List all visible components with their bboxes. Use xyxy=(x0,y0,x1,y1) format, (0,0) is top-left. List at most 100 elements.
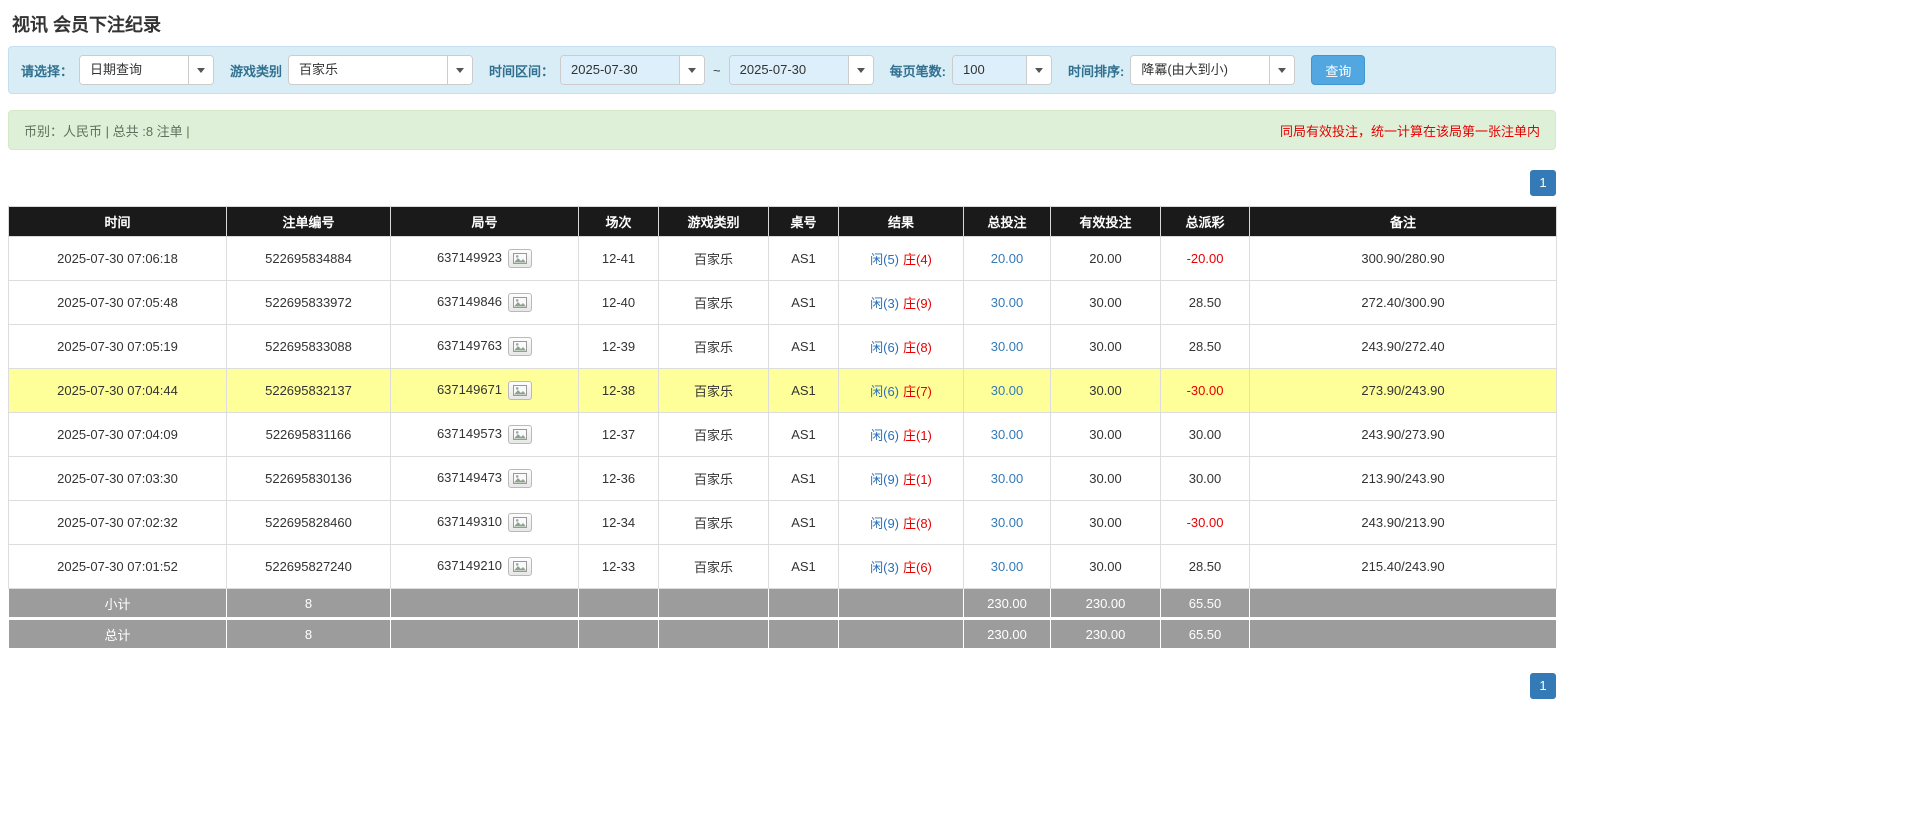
cell-result: 闲(6)庄(1) xyxy=(839,413,964,457)
header-remark: 备注 xyxy=(1250,207,1557,237)
page-size-value: 100 xyxy=(953,56,1026,84)
table-row: 2025-07-30 07:03:30 522695830136 6371494… xyxy=(9,457,1557,501)
result-banker: 庄(9) xyxy=(903,296,932,311)
subtotal-label: 小计 xyxy=(9,589,227,619)
game-type-label: 游戏类别 xyxy=(230,61,282,80)
cell-remark: 273.90/243.90 xyxy=(1250,369,1557,413)
table-row: 2025-07-30 07:01:52 522695827240 6371492… xyxy=(9,545,1557,589)
caret-down-icon[interactable] xyxy=(848,56,873,84)
result-banker: 庄(8) xyxy=(903,340,932,355)
cell-valid-bet: 20.00 xyxy=(1051,237,1161,281)
cell-table-no: AS1 xyxy=(769,501,839,545)
cell-bet-id: 522695827240 xyxy=(227,545,391,589)
subtotal-row: 小计 8 230.00 230.00 65.50 xyxy=(9,589,1557,619)
query-type-select[interactable]: 日期查询 xyxy=(79,55,214,85)
result-banker: 庄(7) xyxy=(903,384,932,399)
total-bet-link[interactable]: 30.00 xyxy=(991,515,1024,530)
round-record-icon[interactable] xyxy=(508,425,532,444)
round-record-icon[interactable] xyxy=(508,337,532,356)
header-valid-bet: 有效投注 xyxy=(1051,207,1161,237)
cell-payout: 30.00 xyxy=(1161,413,1250,457)
info-bar: 币别：人民币 | 总共 :8 注单 | 同局有效投注，统一计算在该局第一张注单内 xyxy=(8,110,1556,150)
game-type-value: 百家乐 xyxy=(289,56,447,84)
cell-session: 12-41 xyxy=(579,237,659,281)
page-button[interactable]: 1 xyxy=(1530,170,1556,196)
cell-total-bet: 30.00 xyxy=(964,501,1051,545)
round-record-icon[interactable] xyxy=(508,381,532,400)
round-record-icon[interactable] xyxy=(508,513,532,532)
cell-round-id: 637149310 xyxy=(391,501,579,545)
cell-total-bet: 30.00 xyxy=(964,281,1051,325)
header-time: 时间 xyxy=(9,207,227,237)
cell-round-id: 637149763 xyxy=(391,325,579,369)
total-bet-link[interactable]: 30.00 xyxy=(991,559,1024,574)
search-button[interactable]: 查询 xyxy=(1311,55,1365,85)
sort-select[interactable]: 降冪(由大到小) xyxy=(1130,55,1295,85)
cell-round-id: 637149671 xyxy=(391,369,579,413)
cell-bet-id: 522695828460 xyxy=(227,501,391,545)
cell-total-bet: 30.00 xyxy=(964,325,1051,369)
page-button[interactable]: 1 xyxy=(1530,673,1556,699)
cell-remark: 243.90/273.90 xyxy=(1250,413,1557,457)
cell-time: 2025-07-30 07:04:09 xyxy=(9,413,227,457)
header-round-id: 局号 xyxy=(391,207,579,237)
total-bet-link[interactable]: 30.00 xyxy=(991,295,1024,310)
cell-table-no: AS1 xyxy=(769,237,839,281)
subtotal-valid-bet: 230.00 xyxy=(1051,589,1161,619)
cell-valid-bet: 30.00 xyxy=(1051,281,1161,325)
cell-table-no: AS1 xyxy=(769,325,839,369)
cell-total-bet: 30.00 xyxy=(964,369,1051,413)
date-to-input[interactable]: 2025-07-30 xyxy=(729,55,874,85)
round-record-icon[interactable] xyxy=(508,557,532,576)
pagination-bottom: 1 xyxy=(8,673,1556,699)
date-from-input[interactable]: 2025-07-30 xyxy=(560,55,705,85)
table-row: 2025-07-30 07:04:09 522695831166 6371495… xyxy=(9,413,1557,457)
cell-total-bet: 20.00 xyxy=(964,237,1051,281)
caret-down-icon[interactable] xyxy=(188,56,213,84)
cell-payout: -20.00 xyxy=(1161,237,1250,281)
game-type-select[interactable]: 百家乐 xyxy=(288,55,473,85)
cell-game-type: 百家乐 xyxy=(659,457,769,501)
cell-table-no: AS1 xyxy=(769,457,839,501)
cell-time: 2025-07-30 07:03:30 xyxy=(9,457,227,501)
cell-session: 12-34 xyxy=(579,501,659,545)
total-bet-link[interactable]: 20.00 xyxy=(991,251,1024,266)
total-bet-link[interactable]: 30.00 xyxy=(991,471,1024,486)
caret-down-icon[interactable] xyxy=(1269,56,1294,84)
subtotal-total-bet: 230.00 xyxy=(964,589,1051,619)
caret-down-icon[interactable] xyxy=(679,56,704,84)
cell-result: 闲(3)庄(9) xyxy=(839,281,964,325)
cell-remark: 215.40/243.90 xyxy=(1250,545,1557,589)
currency-summary: 币别：人民币 | 总共 :8 注单 | xyxy=(24,121,190,140)
cell-total-bet: 30.00 xyxy=(964,545,1051,589)
cell-round-id: 637149473 xyxy=(391,457,579,501)
result-player: 闲(5) xyxy=(870,252,899,267)
cell-table-no: AS1 xyxy=(769,413,839,457)
caret-down-icon[interactable] xyxy=(1026,56,1051,84)
cell-bet-id: 522695834884 xyxy=(227,237,391,281)
table-header: 时间 注单编号 局号 场次 游戏类别 桌号 结果 总投注 有效投注 总派彩 备注 xyxy=(9,207,1557,237)
cell-remark: 243.90/213.90 xyxy=(1250,501,1557,545)
cell-result: 闲(3)庄(6) xyxy=(839,545,964,589)
total-bet-link[interactable]: 30.00 xyxy=(991,383,1024,398)
table-footer: 小计 8 230.00 230.00 65.50 总计 8 2 xyxy=(9,589,1557,649)
round-record-icon[interactable] xyxy=(508,249,532,268)
cell-total-bet: 30.00 xyxy=(964,457,1051,501)
total-bet-link[interactable]: 30.00 xyxy=(991,339,1024,354)
round-record-icon[interactable] xyxy=(508,293,532,312)
page-size-select[interactable]: 100 xyxy=(952,55,1052,85)
round-id-text: 637149763 xyxy=(437,338,502,353)
cell-table-no: AS1 xyxy=(769,369,839,413)
table-body: 2025-07-30 07:06:18 522695834884 6371499… xyxy=(9,237,1557,589)
table-row: 2025-07-30 07:02:32 522695828460 6371493… xyxy=(9,501,1557,545)
total-count: 8 xyxy=(227,619,391,649)
result-player: 闲(6) xyxy=(870,428,899,443)
caret-down-icon[interactable] xyxy=(447,56,472,84)
page-title: 视讯 会员下注纪录 xyxy=(8,0,1556,46)
round-record-icon[interactable] xyxy=(508,469,532,488)
sort-value: 降冪(由大到小) xyxy=(1131,56,1269,84)
cell-table-no: AS1 xyxy=(769,281,839,325)
cell-bet-id: 522695832137 xyxy=(227,369,391,413)
total-bet-link[interactable]: 30.00 xyxy=(991,427,1024,442)
cell-valid-bet: 30.00 xyxy=(1051,501,1161,545)
